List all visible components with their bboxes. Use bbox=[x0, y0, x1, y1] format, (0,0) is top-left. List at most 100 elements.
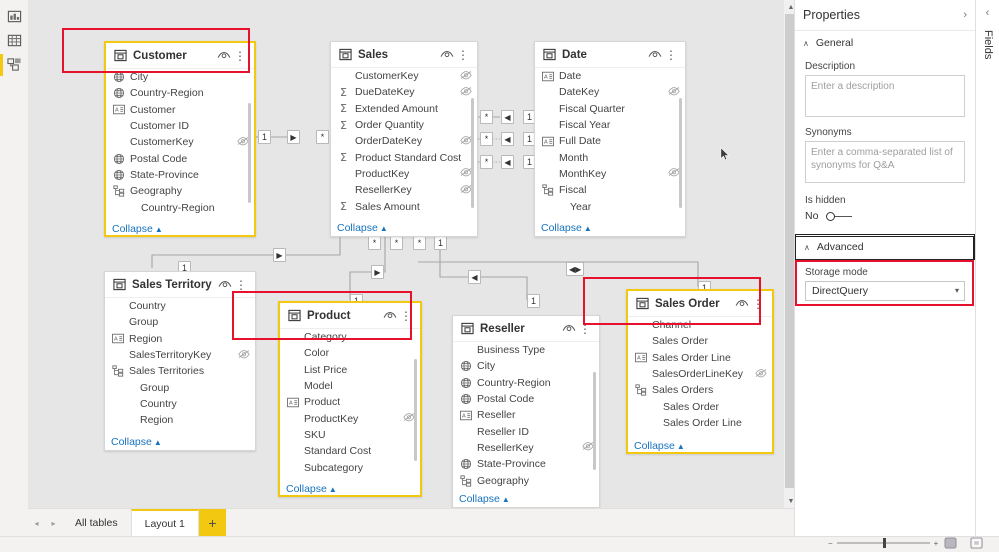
table-header-sales[interactable]: Sales ⋮ bbox=[331, 42, 477, 68]
field-row[interactable]: A Product bbox=[280, 394, 420, 410]
field-row[interactable]: A Sales Order Line bbox=[628, 350, 772, 366]
field-list-scrollbar[interactable] bbox=[248, 103, 251, 203]
field-row[interactable]: Business Type bbox=[453, 342, 599, 358]
cardinality-marker[interactable]: * bbox=[413, 236, 426, 250]
field-row[interactable]: Fiscal Year bbox=[535, 117, 685, 133]
table-header-customer[interactable]: Customer ⋮ bbox=[106, 43, 254, 69]
cardinality-marker[interactable]: 1 bbox=[258, 130, 271, 144]
field-row[interactable]: Sales Territories bbox=[105, 363, 255, 379]
table-field-list-sales[interactable]: CustomerKey Σ DueDateKey Σ Extended Amount Σ O… bbox=[331, 68, 477, 237]
field-list-scrollbar[interactable] bbox=[593, 372, 596, 470]
field-row[interactable]: Reseller ID bbox=[453, 423, 599, 439]
field-row[interactable]: Fiscal Quarter bbox=[535, 101, 685, 117]
add-layout-button[interactable]: + bbox=[198, 509, 226, 537]
field-row[interactable]: Region bbox=[105, 412, 255, 428]
field-row[interactable]: City bbox=[453, 358, 599, 374]
report-view-icon[interactable] bbox=[4, 6, 24, 26]
field-row[interactable]: Geography bbox=[453, 472, 599, 488]
table-field-list-customer[interactable]: City Country-Region A Customer Customer ID Cu… bbox=[106, 69, 254, 238]
field-row[interactable]: A Date bbox=[535, 68, 685, 84]
field-row[interactable]: Customer ID bbox=[106, 118, 254, 134]
field-row[interactable]: ResellerKey bbox=[331, 182, 477, 198]
field-row[interactable]: A Full Date bbox=[535, 133, 685, 149]
field-row[interactable]: Subcategory bbox=[280, 459, 420, 475]
cardinality-marker[interactable]: * bbox=[480, 110, 493, 124]
table-more-options-icon[interactable]: ⋮ bbox=[663, 47, 679, 63]
table-field-list-sales-order[interactable]: Channel Sales Order A Sales Order Line Sales… bbox=[628, 317, 772, 455]
fit-to-width-icon[interactable] bbox=[970, 537, 983, 549]
field-row[interactable]: A Reseller bbox=[453, 407, 599, 423]
field-row[interactable]: ProductKey bbox=[331, 166, 477, 182]
collapse-link[interactable]: Collapse ▲ bbox=[111, 436, 162, 448]
field-row[interactable]: Σ Extended Amount bbox=[331, 101, 477, 117]
cardinality-marker[interactable]: ◀ bbox=[501, 132, 514, 146]
table-card-reseller[interactable]: Reseller ⋮ Business Type City Country-Region… bbox=[452, 315, 600, 508]
zoom-slider-thumb[interactable] bbox=[882, 538, 886, 548]
collapse-link[interactable]: Collapse ▲ bbox=[541, 222, 592, 234]
is-hidden-toggle[interactable] bbox=[826, 211, 853, 222]
hide-table-icon[interactable] bbox=[382, 308, 398, 324]
table-card-date[interactable]: Date ⋮ A Date DateKey Fiscal Quarter Fiscal Ye… bbox=[534, 41, 686, 237]
field-list-scrollbar[interactable] bbox=[679, 98, 682, 208]
field-row[interactable]: Model bbox=[280, 378, 420, 394]
storage-mode-value[interactable]: DirectQuery bbox=[805, 281, 965, 301]
table-card-sales[interactable]: Sales ⋮ CustomerKey Σ DueDateKey Σ Extended Am… bbox=[330, 41, 478, 237]
tab-all-tables[interactable]: All tables bbox=[62, 509, 131, 537]
general-section-header[interactable]: ∧ General bbox=[795, 31, 975, 55]
hide-table-icon[interactable] bbox=[216, 48, 232, 64]
field-row[interactable]: Standard Cost bbox=[280, 443, 420, 459]
field-row[interactable]: Σ DueDateKey bbox=[331, 84, 477, 100]
table-more-options-icon[interactable]: ⋮ bbox=[232, 48, 248, 64]
description-input[interactable]: Enter a description bbox=[805, 75, 965, 117]
table-more-options-icon[interactable]: ⋮ bbox=[398, 308, 414, 324]
cardinality-marker[interactable]: ◀▶ bbox=[566, 262, 585, 276]
table-header-product[interactable]: Product ⋮ bbox=[280, 303, 420, 329]
cardinality-marker[interactable]: 1 bbox=[527, 294, 540, 308]
fields-collapse-icon[interactable]: ‹ bbox=[976, 0, 999, 26]
model-canvas[interactable]: 1▶**◀1*◀1*◀1***1▶1▶◀◀▶111 Customer⋮CityC… bbox=[28, 0, 784, 508]
cardinality-marker[interactable]: * bbox=[316, 130, 329, 144]
zoom-slider-track[interactable] bbox=[836, 538, 930, 548]
field-row[interactable]: Year bbox=[535, 198, 685, 214]
cardinality-marker[interactable]: ◀ bbox=[468, 270, 481, 284]
table-card-customer[interactable]: Customer ⋮ City Country-Region A Customer Cust… bbox=[104, 41, 256, 237]
table-field-list-reseller[interactable]: Business Type City Country-Region Postal Co… bbox=[453, 342, 599, 508]
table-more-options-icon[interactable]: ⋮ bbox=[455, 47, 471, 63]
table-more-options-icon[interactable]: ⋮ bbox=[233, 277, 249, 293]
table-header-sales-territory[interactable]: Sales Territory ⋮ bbox=[105, 272, 255, 298]
table-card-sales-territory[interactable]: Sales Territory ⋮ Country Group A Region Sales… bbox=[104, 271, 256, 451]
synonyms-input[interactable]: Enter a comma-separated list of synonyms… bbox=[805, 141, 965, 183]
cardinality-marker[interactable]: ▶ bbox=[273, 248, 286, 262]
hide-table-icon[interactable] bbox=[561, 321, 577, 337]
collapse-link[interactable]: Collapse ▲ bbox=[459, 493, 510, 505]
storage-mode-dropdown[interactable]: DirectQuery ▾ bbox=[805, 281, 965, 301]
field-row[interactable]: CustomerKey bbox=[331, 68, 477, 84]
field-row[interactable]: CustomerKey bbox=[106, 134, 254, 150]
field-row[interactable]: Country bbox=[105, 298, 255, 314]
field-row[interactable]: State-Province bbox=[106, 167, 254, 183]
hide-table-icon[interactable] bbox=[217, 277, 233, 293]
cardinality-marker[interactable]: ▶ bbox=[287, 130, 300, 144]
field-row[interactable]: Group bbox=[105, 379, 255, 395]
field-row[interactable]: Country-Region bbox=[453, 375, 599, 391]
cardinality-marker[interactable]: * bbox=[480, 155, 493, 169]
table-header-sales-order[interactable]: Sales Order ⋮ bbox=[628, 291, 772, 317]
cardinality-marker[interactable]: * bbox=[480, 132, 493, 146]
hide-table-icon[interactable] bbox=[439, 47, 455, 63]
table-header-date[interactable]: Date ⋮ bbox=[535, 42, 685, 68]
field-row[interactable]: Sales Order bbox=[628, 398, 772, 414]
zoom-in-button[interactable]: + bbox=[934, 539, 939, 548]
collapse-link[interactable]: Collapse ▲ bbox=[112, 223, 163, 235]
field-row[interactable]: Country-Region bbox=[106, 199, 254, 215]
field-row[interactable]: SalesTerritoryKey bbox=[105, 347, 255, 363]
zoom-out-button[interactable]: − bbox=[828, 539, 833, 548]
table-card-product[interactable]: Product ⋮ Category Color List Price Model A Pro… bbox=[278, 301, 422, 497]
field-row[interactable]: A Region bbox=[105, 331, 255, 347]
field-row[interactable]: Postal Code bbox=[106, 150, 254, 166]
collapse-link[interactable]: Collapse ▲ bbox=[634, 440, 685, 452]
table-more-options-icon[interactable]: ⋮ bbox=[750, 296, 766, 312]
field-row[interactable]: SKU bbox=[280, 427, 420, 443]
fit-to-page-icon[interactable] bbox=[944, 537, 957, 549]
field-row[interactable]: Σ Order Quantity bbox=[331, 117, 477, 133]
tab-next-button[interactable]: ▸ bbox=[45, 509, 62, 537]
